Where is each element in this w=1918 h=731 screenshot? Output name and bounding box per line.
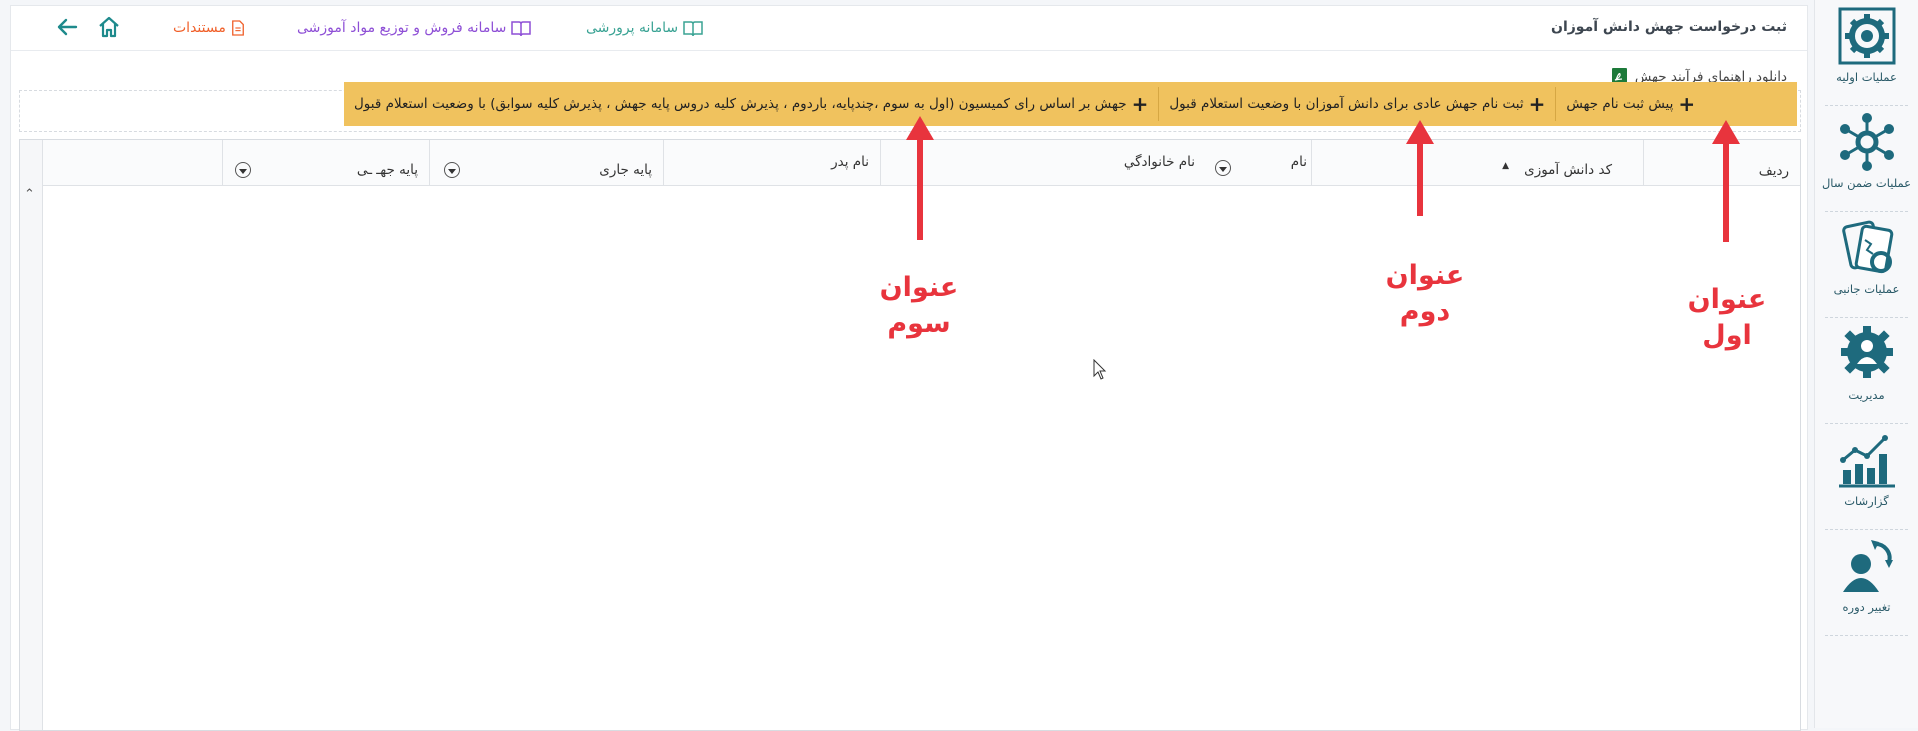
link-sales-system[interactable]: سامانه فروش و توزیع مواد آموزشی <box>297 19 532 37</box>
sidebar-item-initial-operations[interactable]: عملیات اولیه <box>1815 0 1918 106</box>
sidebar-item-reports[interactable]: گزارشات <box>1815 424 1918 530</box>
link-label: سامانه فروش و توزیع مواد آموزشی <box>297 20 507 36</box>
annotation-arrow <box>1406 120 1434 216</box>
arrow-left-icon[interactable] <box>55 15 79 43</box>
page-title: ثبت درخواست جهش دانش آموزان <box>1551 19 1787 35</box>
sidebar-item-management[interactable]: مدیریت <box>1815 318 1918 424</box>
sidebar-item-side-operations[interactable]: عملیات جانبی <box>1815 212 1918 318</box>
column-header-student-code[interactable]: کد دانش آموزی ▲ <box>1311 140 1644 185</box>
sidebar-item-label: مدیریت <box>1848 388 1885 402</box>
sidebar-item-label: عملیات اولیه <box>1836 70 1897 84</box>
gear-icon <box>1838 7 1895 65</box>
book-icon <box>683 21 703 37</box>
chart-icon <box>1838 435 1895 488</box>
sidebar: عملیات اولیه عملیات ضمن سال عملیات جانبی… <box>1814 0 1918 728</box>
filter-icon[interactable] <box>235 162 251 178</box>
link-cultural-system[interactable]: سامانه پرورشی <box>586 19 703 37</box>
grid-scrollbar[interactable]: ⌃ <box>20 140 43 730</box>
plus-icon: + <box>1528 92 1546 116</box>
button-label: ثبت نام جهش عادی برای دانش آموزان با وضع… <box>1169 96 1524 112</box>
document-icon <box>231 20 244 36</box>
button-label: جهش بر اساس رای کمیسیون (اول به سوم ،چند… <box>354 96 1127 112</box>
annotation-arrow <box>906 116 934 240</box>
cards-icon <box>1841 220 1893 274</box>
admin-gear-icon <box>1840 326 1893 378</box>
annotation-label-first: عنوان اول <box>1687 284 1767 351</box>
column-header-current-grade[interactable]: پایه جاری <box>429 140 664 185</box>
annotation-label-third: عنوان سوم <box>879 272 959 339</box>
header: ثبت درخواست جهش دانش آموزان سامانه پرورش… <box>11 6 1807 51</box>
home-icon[interactable] <box>97 15 121 43</box>
sidebar-item-label: گزارشات <box>1844 494 1889 508</box>
link-label: سامانه پرورشی <box>586 20 679 36</box>
sort-asc-icon[interactable]: ▲ <box>1502 161 1509 171</box>
column-header-first-name[interactable]: نام <box>1206 140 1311 185</box>
sidebar-item-label: عملیات جانبی <box>1833 282 1900 296</box>
column-header-target-grade[interactable]: پایه جهـ ـی <box>222 140 430 185</box>
regular-registration-button[interactable]: + ثبت نام جهش عادی برای دانش آموزان با و… <box>1158 87 1555 121</box>
sidebar-item-in-year-operations[interactable]: عملیات ضمن سال <box>1815 106 1918 212</box>
book-icon <box>511 21 532 37</box>
annotation-label-second: عنوان دوم <box>1385 260 1465 327</box>
pre-registration-button[interactable]: + پیش ثبت نام جهش <box>1555 87 1705 121</box>
filter-icon[interactable] <box>1215 160 1231 176</box>
mouse-cursor-icon <box>1093 359 1107 380</box>
chevron-up-icon[interactable]: ⌃ <box>24 187 35 202</box>
column-header-empty <box>42 140 223 185</box>
network-icon <box>1839 113 1894 171</box>
annotation-arrow <box>1712 120 1740 242</box>
link-label: مستندات <box>173 20 226 36</box>
button-label: پیش ثبت نام جهش <box>1566 96 1674 112</box>
filter-icon[interactable] <box>444 162 460 178</box>
toolbar: + پیش ثبت نام جهش + ثبت نام جهش عادی برا… <box>344 82 1797 126</box>
user-switch-icon <box>1842 540 1893 592</box>
link-documents[interactable]: مستندات <box>173 19 245 37</box>
sidebar-item-change-period[interactable]: تغییر دوره <box>1815 530 1918 636</box>
sidebar-item-label: عملیات ضمن سال <box>1821 176 1912 190</box>
plus-icon: + <box>1131 92 1149 116</box>
column-header-father-name[interactable]: نام پدر <box>663 140 881 185</box>
sidebar-item-label: تغییر دوره <box>1842 600 1891 614</box>
commission-registration-button[interactable]: + جهش بر اساس رای کمیسیون (اول به سوم ،چ… <box>344 87 1158 121</box>
plus-icon: + <box>1678 92 1696 116</box>
